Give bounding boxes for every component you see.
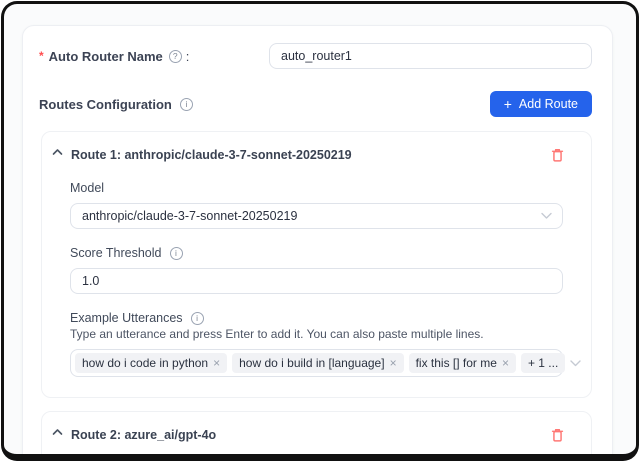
score-threshold-label: Score Threshold i <box>70 246 563 260</box>
help-icon[interactable]: ? <box>169 50 182 63</box>
utterance-tag: how do i build in [language] × <box>232 353 403 373</box>
routes-config-row: Routes Configuration i + Add Route <box>39 91 592 117</box>
remove-tag-icon[interactable]: × <box>502 357 509 369</box>
name-row: * Auto Router Name ? : <box>39 43 592 69</box>
trash-icon <box>550 427 565 443</box>
required-marker: * <box>39 49 44 63</box>
model-select[interactable]: anthropic/claude-3-7-sonnet-20250219 <box>70 203 563 229</box>
chevron-up-icon <box>52 428 63 436</box>
route-2-header: Route 2: azure_ai/gpt-4o <box>42 412 591 443</box>
delete-route-button[interactable] <box>550 427 565 443</box>
route-1-body: Model anthropic/claude-3-7-sonnet-202502… <box>42 163 591 397</box>
score-threshold-group: Score Threshold i <box>70 246 563 294</box>
chevron-down-icon <box>541 213 552 220</box>
info-icon[interactable]: i <box>180 98 193 111</box>
collapse-button[interactable] <box>52 148 63 156</box>
info-icon[interactable]: i <box>191 312 204 325</box>
chevron-down-icon <box>570 360 581 367</box>
add-route-button[interactable]: + Add Route <box>490 91 592 117</box>
collapse-button[interactable] <box>52 428 63 436</box>
model-label: Model <box>70 181 563 195</box>
utterances-help-text: Type an utterance and press Enter to add… <box>70 327 563 341</box>
score-threshold-label-text: Score Threshold <box>70 246 162 260</box>
route-card-1: Route 1: anthropic/claude-3-7-sonnet-202… <box>41 131 592 398</box>
trash-icon <box>550 147 565 163</box>
more-tags-badge[interactable]: + 1 ... <box>521 353 565 373</box>
route-2-title: Route 2: azure_ai/gpt-4o <box>71 428 216 442</box>
info-icon[interactable]: i <box>170 247 183 260</box>
model-select-value: anthropic/claude-3-7-sonnet-20250219 <box>82 209 297 223</box>
utterance-tag: fix this [] for me × <box>409 353 516 373</box>
add-route-button-label: Add Route <box>519 97 578 111</box>
chevron-up-icon <box>52 148 63 156</box>
auto-router-name-label-text: Auto Router Name <box>49 49 163 64</box>
utterance-tag: how do i code in python × <box>75 353 227 373</box>
routes-config-label: Routes Configuration i <box>39 97 193 112</box>
remove-tag-icon[interactable]: × <box>213 357 220 369</box>
routes-config-label-text: Routes Configuration <box>39 97 172 112</box>
remove-tag-icon[interactable]: × <box>390 357 397 369</box>
model-label-text: Model <box>70 181 104 195</box>
auto-router-name-label: * Auto Router Name ? : <box>39 49 269 64</box>
plus-icon: + <box>504 97 512 111</box>
example-utterances-label-text: Example Utterances <box>70 311 183 325</box>
delete-route-button[interactable] <box>550 147 565 163</box>
utterance-tag-text: fix this [] for me <box>416 356 497 370</box>
example-utterances-group: Example Utterances i Type an utterance a… <box>70 311 563 377</box>
model-group: Model anthropic/claude-3-7-sonnet-202502… <box>70 181 563 229</box>
route-1-header: Route 1: anthropic/claude-3-7-sonnet-202… <box>42 132 591 163</box>
utterance-tag-text: how do i code in python <box>82 356 208 370</box>
screenshot-frame: * Auto Router Name ? : Routes Configurat… <box>1 1 639 461</box>
auto-router-name-input[interactable] <box>269 43 592 69</box>
score-threshold-input[interactable] <box>70 268 563 294</box>
example-utterances-label: Example Utterances i <box>70 311 563 325</box>
route-card-2: Route 2: azure_ai/gpt-4o <box>41 411 592 461</box>
utterance-tag-text: how do i build in [language] <box>239 356 384 370</box>
route-1-title: Route 1: anthropic/claude-3-7-sonnet-202… <box>71 148 352 162</box>
label-colon: : <box>186 49 190 64</box>
auto-router-form-card: * Auto Router Name ? : Routes Configurat… <box>22 25 613 461</box>
utterances-tags-input[interactable]: how do i code in python × how do i build… <box>70 349 563 377</box>
